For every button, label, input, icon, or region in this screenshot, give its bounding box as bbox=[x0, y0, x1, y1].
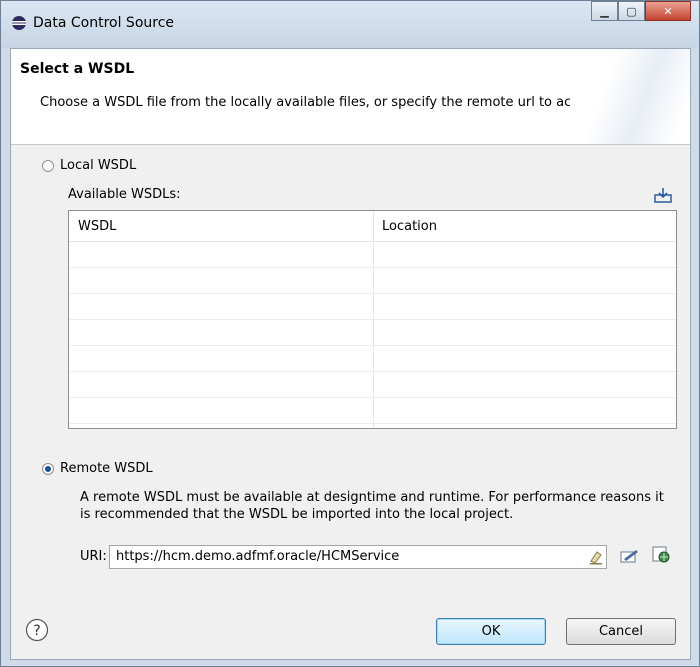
ok-button[interactable]: OK bbox=[436, 618, 546, 645]
table-row bbox=[69, 320, 676, 346]
uri-input[interactable]: https://hcm.demo.adfmf.oracle/HCMService bbox=[109, 545, 607, 569]
page-description: Choose a WSDL file from the locally avai… bbox=[40, 95, 605, 110]
table-row bbox=[69, 268, 676, 294]
table-row bbox=[69, 346, 676, 372]
available-wsdls-table[interactable]: WSDL Location bbox=[68, 210, 677, 429]
uri-label: URI: bbox=[80, 549, 107, 564]
eclipse-app-icon bbox=[12, 16, 26, 30]
browse-icon[interactable] bbox=[651, 544, 671, 564]
dialog-content: Select a WSDL Choose a WSDL file from th… bbox=[10, 48, 691, 660]
column-header-location[interactable]: Location bbox=[382, 219, 437, 234]
header-banner-graphic bbox=[570, 49, 690, 144]
available-wsdls-label: Available WSDLs: bbox=[68, 187, 181, 202]
local-wsdl-radio[interactable]: Local WSDL bbox=[42, 158, 136, 173]
minimize-icon: ▁ bbox=[600, 4, 609, 18]
radio-indicator-selected bbox=[42, 462, 54, 475]
window-title: Data Control Source bbox=[33, 15, 175, 31]
minimize-button[interactable]: ▁ bbox=[591, 1, 618, 21]
column-header-wsdl[interactable]: WSDL bbox=[78, 219, 116, 234]
dialog-window: Data Control Source ▁ ▢ ✕ Select a WSDL … bbox=[0, 0, 700, 667]
remote-wsdl-note: A remote WSDL must be available at desig… bbox=[80, 490, 664, 522]
uri-value: https://hcm.demo.adfmf.oracle/HCMService bbox=[116, 549, 400, 564]
import-icon[interactable] bbox=[654, 187, 672, 203]
svg-text:?: ? bbox=[33, 623, 40, 639]
local-wsdl-label: Local WSDL bbox=[60, 158, 137, 173]
page-title: Select a WSDL bbox=[20, 61, 135, 77]
title-bar[interactable]: Data Control Source ▁ ▢ ✕ bbox=[1, 1, 699, 48]
edit-icon[interactable] bbox=[620, 548, 640, 564]
close-button[interactable]: ✕ bbox=[645, 1, 691, 21]
table-row bbox=[69, 294, 676, 320]
remote-wsdl-radio[interactable]: Remote WSDL bbox=[42, 461, 153, 476]
radio-indicator bbox=[42, 159, 54, 172]
table-row bbox=[69, 398, 676, 424]
table-row bbox=[69, 242, 676, 268]
wizard-header: Select a WSDL Choose a WSDL file from th… bbox=[11, 49, 690, 145]
remote-wsdl-label: Remote WSDL bbox=[60, 461, 153, 476]
maximize-button[interactable]: ▢ bbox=[618, 1, 645, 21]
maximize-icon: ▢ bbox=[626, 4, 637, 18]
help-icon[interactable]: ? bbox=[25, 618, 49, 642]
cancel-button[interactable]: Cancel bbox=[566, 618, 676, 645]
eraser-icon[interactable] bbox=[588, 549, 604, 565]
table-row bbox=[69, 372, 676, 398]
close-icon: ✕ bbox=[663, 4, 673, 18]
